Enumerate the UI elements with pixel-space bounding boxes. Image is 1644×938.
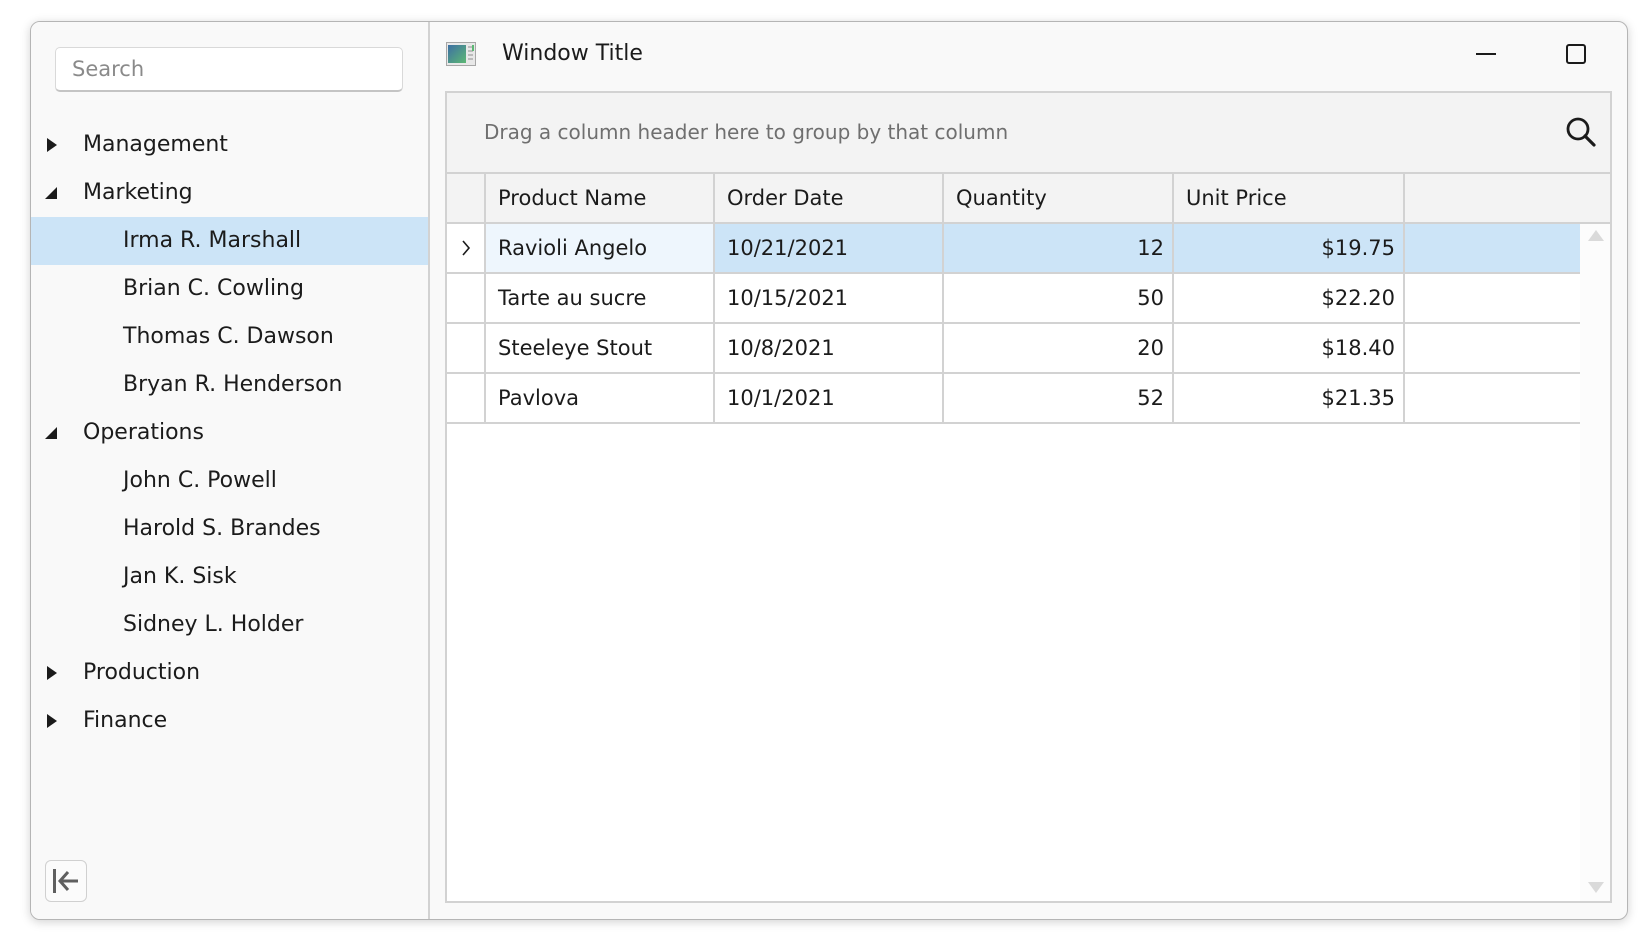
column-header-quantity[interactable]: Quantity xyxy=(944,174,1174,222)
row-indicator xyxy=(447,224,486,272)
app-icon xyxy=(446,42,476,66)
row-indicator-header xyxy=(447,174,486,222)
main-content: Window Title Drag a column header here t… xyxy=(430,22,1627,919)
collapsed-arrow-icon[interactable] xyxy=(45,697,63,745)
cell-order-date[interactable]: 10/15/2021 xyxy=(715,274,944,322)
current-row-chevron-icon xyxy=(462,240,471,256)
cell-product-name[interactable]: Steeleye Stout xyxy=(486,324,715,372)
title-bar[interactable]: Window Title xyxy=(430,22,1627,88)
cell-order-date[interactable]: 10/8/2021 xyxy=(715,324,944,372)
cell-filler xyxy=(1405,374,1582,422)
cell-order-date[interactable]: 10/1/2021 xyxy=(715,374,944,422)
tree-group-management[interactable]: Management xyxy=(31,121,428,169)
tree-item[interactable]: Harold S. Brandes xyxy=(31,505,428,553)
tree-item-label: Jan K. Sisk xyxy=(123,564,237,589)
cell-product-name[interactable]: Tarte au sucre xyxy=(486,274,715,322)
table-row[interactable]: Ravioli Angelo 10/21/2021 12 $19.75 xyxy=(447,224,1582,274)
expanded-arrow-icon[interactable] xyxy=(45,169,63,217)
window-title: Window Title xyxy=(502,41,643,66)
column-header-filler xyxy=(1405,174,1612,222)
table-row[interactable]: Steeleye Stout 10/8/2021 20 $18.40 xyxy=(447,324,1582,374)
maximize-button[interactable] xyxy=(1531,22,1621,86)
tree-group-operations[interactable]: Operations xyxy=(31,409,428,457)
tree-view: Management Marketing Irma R. Marshall Brian… xyxy=(31,121,428,745)
cell-quantity[interactable]: 12 xyxy=(944,224,1174,272)
maximize-icon xyxy=(1566,44,1586,64)
search-icon[interactable] xyxy=(1564,115,1598,149)
cell-unit-price[interactable]: $18.40 xyxy=(1174,324,1405,372)
tree-item[interactable]: Sidney L. Holder xyxy=(31,601,428,649)
cell-quantity[interactable]: 20 xyxy=(944,324,1174,372)
tree-item-label: John C. Powell xyxy=(123,468,277,493)
expanded-arrow-icon[interactable] xyxy=(45,409,63,457)
tree-item[interactable]: Irma R. Marshall xyxy=(31,217,428,265)
tree-item[interactable]: John C. Powell xyxy=(31,457,428,505)
tree-item[interactable]: Thomas C. Dawson xyxy=(31,313,428,361)
group-panel-hint: Drag a column header here to group by th… xyxy=(484,120,1009,144)
table-row[interactable]: Tarte au sucre 10/15/2021 50 $22.20 xyxy=(447,274,1582,324)
cell-quantity[interactable]: 52 xyxy=(944,374,1174,422)
tree-item-label: Harold S. Brandes xyxy=(123,516,321,541)
scroll-up-icon[interactable] xyxy=(1588,230,1604,241)
tree-group-production[interactable]: Production xyxy=(31,649,428,697)
column-header-unit-price[interactable]: Unit Price xyxy=(1174,174,1405,222)
data-grid: Drag a column header here to group by th… xyxy=(445,91,1612,903)
cell-filler xyxy=(1405,324,1582,372)
cell-filler xyxy=(1405,274,1582,322)
tree-group-label: Finance xyxy=(83,708,168,733)
minimize-icon xyxy=(1476,53,1496,55)
tree-item[interactable]: Jan K. Sisk xyxy=(31,553,428,601)
search-input[interactable] xyxy=(55,47,403,92)
collapse-pane-button[interactable] xyxy=(45,860,87,902)
cell-product-name[interactable]: Ravioli Angelo xyxy=(486,224,715,272)
tree-group-label: Marketing xyxy=(83,180,193,205)
tree-group-finance[interactable]: Finance xyxy=(31,697,428,745)
column-header-product-name[interactable]: Product Name xyxy=(486,174,715,222)
grid-rows: Ravioli Angelo 10/21/2021 12 $19.75 Tarte au… xyxy=(447,224,1582,424)
tree-item-label: Thomas C. Dawson xyxy=(123,324,334,349)
tree-group-label: Production xyxy=(83,660,201,685)
row-indicator xyxy=(447,374,486,422)
row-indicator xyxy=(447,324,486,372)
collapsed-arrow-icon[interactable] xyxy=(45,649,63,697)
collapsed-arrow-icon[interactable] xyxy=(45,121,63,169)
tree-item-label: Bryan R. Henderson xyxy=(123,372,343,397)
tree-item[interactable]: Brian C. Cowling xyxy=(31,265,428,313)
collapse-left-icon xyxy=(53,869,78,893)
cell-unit-price[interactable]: $22.20 xyxy=(1174,274,1405,322)
app-window: Management Marketing Irma R. Marshall Brian… xyxy=(30,21,1628,920)
tree-group-label: Operations xyxy=(83,420,204,445)
minimize-button[interactable] xyxy=(1441,22,1531,86)
tree-item-label: Sidney L. Holder xyxy=(123,612,304,637)
close-button[interactable] xyxy=(1622,22,1627,86)
column-header-row: Product Name Order Date Quantity Unit Pr… xyxy=(447,174,1610,224)
table-row[interactable]: Pavlova 10/1/2021 52 $21.35 xyxy=(447,374,1582,424)
cell-quantity[interactable]: 50 xyxy=(944,274,1174,322)
navigation-pane: Management Marketing Irma R. Marshall Brian… xyxy=(31,22,430,919)
vertical-scrollbar[interactable] xyxy=(1580,224,1610,901)
scroll-down-icon[interactable] xyxy=(1588,882,1604,893)
row-indicator xyxy=(447,274,486,322)
tree-item[interactable]: Bryan R. Henderson xyxy=(31,361,428,409)
cell-order-date[interactable]: 10/21/2021 xyxy=(715,224,944,272)
cell-unit-price[interactable]: $19.75 xyxy=(1174,224,1405,272)
cell-filler xyxy=(1405,224,1582,272)
tree-group-label: Management xyxy=(83,132,228,157)
tree-item-label: Irma R. Marshall xyxy=(123,228,302,253)
cell-unit-price[interactable]: $21.35 xyxy=(1174,374,1405,422)
tree-group-marketing[interactable]: Marketing xyxy=(31,169,428,217)
column-header-order-date[interactable]: Order Date xyxy=(715,174,944,222)
tree-item-label: Brian C. Cowling xyxy=(123,276,304,301)
cell-product-name[interactable]: Pavlova xyxy=(486,374,715,422)
group-panel[interactable]: Drag a column header here to group by th… xyxy=(447,93,1610,174)
